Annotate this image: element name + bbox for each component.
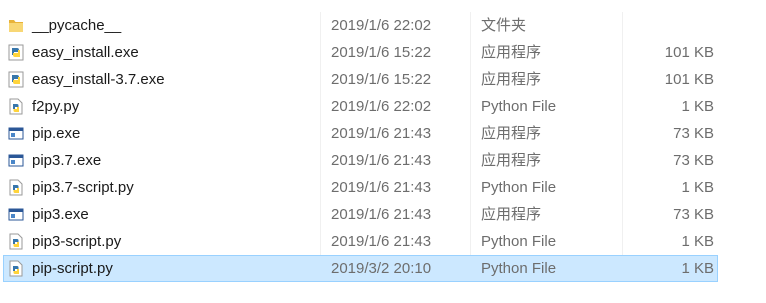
file-type: 应用程序 [481,152,542,169]
python-file-icon [9,233,23,250]
file-name[interactable]: pip-script.py [32,255,113,282]
file-name[interactable]: f2py.py [32,93,79,120]
column-divider [470,201,471,228]
file-row[interactable]: easy_install.exe 2019/1/6 15:22 应用程序 101… [0,39,766,66]
column-divider [622,12,623,39]
file-size: 73 KB [673,152,714,169]
file-list: __pycache__ 2019/1/6 22:02 文件夹 easy_inst… [0,12,766,282]
file-size: 1 KB [681,98,714,115]
file-type: Python File [481,179,557,196]
app-window-icon [8,154,24,167]
file-type: 应用程序 [481,125,542,142]
column-divider [320,66,321,93]
column-divider [470,147,471,174]
column-divider [320,174,321,201]
python-file-icon [9,98,23,115]
file-size: 73 KB [673,125,714,142]
file-name[interactable]: pip3.exe [32,201,89,228]
file-type: 文件夹 [481,17,527,34]
file-size: 73 KB [673,206,714,223]
file-type: Python File [481,98,557,115]
column-divider [622,228,623,255]
file-date-modified: 2019/1/6 21:43 [331,152,432,169]
file-size: 1 KB [681,179,714,196]
column-divider [470,120,471,147]
file-row-selected[interactable]: pip-script.py 2019/3/2 20:10 Python File… [0,255,766,282]
file-type: 应用程序 [481,71,542,88]
file-name[interactable]: easy_install.exe [32,39,139,66]
column-divider [320,147,321,174]
python-exe-icon [8,44,24,61]
file-date-modified: 2019/1/6 15:22 [331,71,432,88]
file-size: 101 KB [664,71,714,88]
file-name[interactable]: easy_install-3.7.exe [32,66,165,93]
column-divider [622,39,623,66]
column-divider [320,120,321,147]
column-divider [470,39,471,66]
python-exe-icon [8,71,24,88]
file-date-modified: 2019/1/6 22:02 [331,17,432,34]
file-row[interactable]: pip3-script.py 2019/1/6 21:43 Python Fil… [0,228,766,255]
file-size: 1 KB [681,233,714,250]
file-type: Python File [481,233,557,250]
file-type: 应用程序 [481,44,542,61]
file-date-modified: 2019/3/2 20:10 [331,260,432,277]
file-row[interactable]: pip3.7.exe 2019/1/6 21:43 应用程序 73 KB [0,147,766,174]
column-divider [470,93,471,120]
column-divider [622,147,623,174]
column-divider [320,12,321,39]
app-window-icon [8,127,24,140]
column-divider [622,66,623,93]
file-date-modified: 2019/1/6 21:43 [331,233,432,250]
file-row[interactable]: pip.exe 2019/1/6 21:43 应用程序 73 KB [0,120,766,147]
file-date-modified: 2019/1/6 15:22 [331,44,432,61]
file-type: 应用程序 [481,206,542,223]
file-row[interactable]: f2py.py 2019/1/6 22:02 Python File 1 KB [0,93,766,120]
python-file-icon [9,260,23,277]
file-size: 101 KB [664,44,714,61]
column-divider [320,201,321,228]
file-date-modified: 2019/1/6 21:43 [331,206,432,223]
python-file-icon [9,179,23,196]
file-name[interactable]: pip3-script.py [32,228,121,255]
column-divider [622,120,623,147]
column-divider [470,174,471,201]
column-divider [470,228,471,255]
file-name[interactable]: pip.exe [32,120,80,147]
column-divider [622,174,623,201]
column-divider [320,228,321,255]
file-name[interactable]: __pycache__ [32,12,121,39]
file-size: 1 KB [681,260,714,277]
file-date-modified: 2019/1/6 21:43 [331,179,432,196]
column-divider [320,39,321,66]
file-row[interactable]: pip3.7-script.py 2019/1/6 21:43 Python F… [0,174,766,201]
folder-icon [9,20,23,32]
file-date-modified: 2019/1/6 22:02 [331,98,432,115]
column-divider [320,93,321,120]
file-row[interactable]: pip3.exe 2019/1/6 21:43 应用程序 73 KB [0,201,766,228]
column-divider [622,93,623,120]
file-row[interactable]: __pycache__ 2019/1/6 22:02 文件夹 [0,12,766,39]
file-type: Python File [481,260,557,277]
file-name[interactable]: pip3.7-script.py [32,174,134,201]
column-divider [470,12,471,39]
file-name[interactable]: pip3.7.exe [32,147,101,174]
column-divider [470,66,471,93]
app-window-icon [8,208,24,221]
column-divider [622,201,623,228]
file-row[interactable]: easy_install-3.7.exe 2019/1/6 15:22 应用程序… [0,66,766,93]
file-date-modified: 2019/1/6 21:43 [331,125,432,142]
